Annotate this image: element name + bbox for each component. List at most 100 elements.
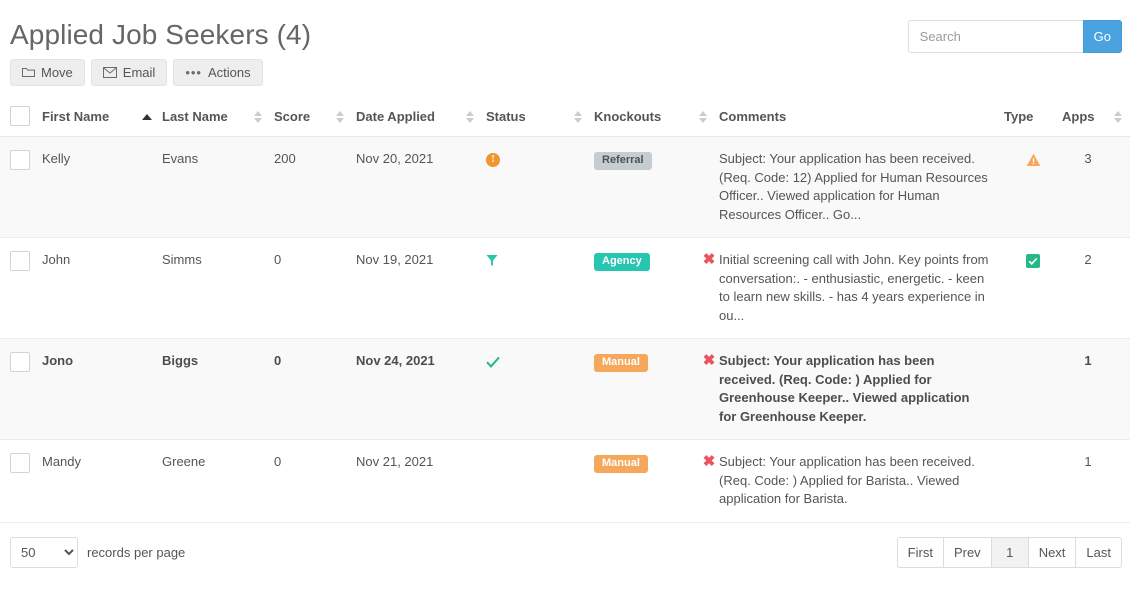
cell-spacer xyxy=(142,237,162,339)
table-header: First Name Last Name Score Date Applied … xyxy=(0,98,1130,137)
column-score[interactable]: Score xyxy=(274,98,336,137)
table-body: Kelly Evans 200 Nov 20, 2021 ! Referral xyxy=(0,136,1130,523)
column-date-applied[interactable]: Date Applied xyxy=(356,98,466,137)
alert-circle-icon: ! xyxy=(486,152,500,167)
sort-both-icon[interactable] xyxy=(336,110,345,124)
cell-spacer xyxy=(142,338,162,440)
table-row[interactable]: Mandy Greene 0 Nov 21, 2021 Manual ✖ Sub… xyxy=(0,439,1130,523)
row-checkbox[interactable] xyxy=(10,352,30,372)
sort-apps[interactable] xyxy=(1114,98,1130,137)
sort-both-icon[interactable] xyxy=(574,110,583,124)
column-apps[interactable]: Apps xyxy=(1062,98,1114,137)
sort-status[interactable] xyxy=(574,98,594,137)
pagination-page-1[interactable]: 1 xyxy=(990,536,1028,568)
cell-first-name: John xyxy=(42,237,142,339)
move-button-label: Move xyxy=(41,65,73,80)
cell-spacer xyxy=(336,237,356,339)
email-button[interactable]: Email xyxy=(90,59,168,86)
actions-button-label: Actions xyxy=(207,65,251,80)
cell-spacer xyxy=(254,439,274,523)
row-checkbox[interactable] xyxy=(10,150,30,170)
cell-knockout: ✖ xyxy=(699,338,719,440)
email-button-label: Email xyxy=(122,65,156,80)
sort-score[interactable] xyxy=(336,98,356,137)
table-row[interactable]: Jono Biggs 0 Nov 24, 2021 Manual ✖ Subje… xyxy=(0,338,1130,440)
row-select-cell xyxy=(0,237,42,339)
knockout-x-icon: ✖ xyxy=(702,352,716,369)
sort-date-applied[interactable] xyxy=(466,98,486,137)
cell-spacer xyxy=(254,338,274,440)
pagination-last[interactable]: Last xyxy=(1075,536,1122,568)
cell-spacer xyxy=(466,136,486,238)
cell-badge: Manual xyxy=(594,439,699,523)
cell-first-name: Mandy xyxy=(42,439,142,523)
cell-last-name: Evans xyxy=(162,136,254,238)
column-type[interactable]: Type xyxy=(1004,98,1062,137)
sort-both-icon[interactable] xyxy=(1114,110,1123,124)
move-button[interactable]: Move xyxy=(10,59,85,86)
records-per-page-select[interactable]: 50 xyxy=(10,536,78,568)
cell-badge: Manual xyxy=(594,338,699,440)
column-last-name[interactable]: Last Name xyxy=(162,98,254,137)
cell-status xyxy=(486,338,574,440)
sort-both-icon[interactable] xyxy=(254,110,263,124)
table-header-row: First Name Last Name Score Date Applied … xyxy=(0,98,1130,137)
pagination-next[interactable]: Next xyxy=(1027,536,1076,568)
records-per-page-label: records per page xyxy=(87,544,186,560)
column-comments[interactable]: Comments xyxy=(719,98,1004,137)
cell-apps: 1 xyxy=(1062,338,1114,440)
cell-first-name: Kelly xyxy=(42,136,142,238)
cell-score: 0 xyxy=(274,237,336,339)
row-select-cell xyxy=(0,439,42,523)
cell-type xyxy=(1004,237,1062,339)
search-input[interactable] xyxy=(907,20,1083,53)
cell-spacer xyxy=(1114,136,1130,238)
cell-score: 0 xyxy=(274,338,336,440)
cell-spacer xyxy=(254,136,274,238)
cell-status xyxy=(486,439,574,523)
cell-spacer xyxy=(574,237,594,339)
warning-triangle-icon xyxy=(1026,153,1041,167)
status-badge: Agency xyxy=(594,253,650,271)
cell-apps: 1 xyxy=(1062,439,1114,523)
column-status[interactable]: Status xyxy=(486,98,574,137)
sort-both-icon[interactable] xyxy=(699,110,708,124)
select-all-checkbox[interactable] xyxy=(10,106,30,126)
sort-knockouts[interactable] xyxy=(699,98,719,137)
sort-ascending-icon[interactable] xyxy=(142,114,152,121)
green-checkbox-icon xyxy=(1026,253,1040,268)
pagination-prev[interactable]: Prev xyxy=(942,536,991,568)
envelope-icon xyxy=(102,67,117,78)
sort-both-icon[interactable] xyxy=(466,110,475,124)
cell-spacer xyxy=(142,136,162,238)
page-title: Applied Job Seekers (4) xyxy=(10,19,312,50)
actions-button[interactable]: ••• Actions xyxy=(173,59,263,86)
row-checkbox[interactable] xyxy=(10,251,30,271)
cell-date-applied: Nov 20, 2021 xyxy=(356,136,466,238)
sort-last-name[interactable] xyxy=(254,98,274,137)
knockout-x-icon: ✖ xyxy=(702,453,716,470)
action-toolbar: Move Email ••• Actions xyxy=(0,53,1130,86)
folder-icon xyxy=(22,67,35,78)
cell-spacer xyxy=(1114,237,1130,339)
search-go-button[interactable]: Go xyxy=(1082,20,1122,53)
table-row[interactable]: John Simms 0 Nov 19, 2021 Agency ✖ Initi… xyxy=(0,237,1130,339)
cell-comments: Initial screening call with John. Key po… xyxy=(719,237,1004,339)
table-row[interactable]: Kelly Evans 200 Nov 20, 2021 ! Referral xyxy=(0,136,1130,238)
cell-spacer xyxy=(466,439,486,523)
cell-date-applied: Nov 19, 2021 xyxy=(356,237,466,339)
row-checkbox[interactable] xyxy=(10,453,30,473)
cell-spacer xyxy=(574,439,594,523)
cell-badge: Agency xyxy=(594,237,699,339)
column-first-name[interactable]: First Name xyxy=(42,98,142,137)
status-badge: Manual xyxy=(594,455,648,473)
ellipsis-icon: ••• xyxy=(185,64,202,80)
pagination-first[interactable]: First xyxy=(896,536,943,568)
row-select-cell xyxy=(0,136,42,238)
cell-first-name: Jono xyxy=(42,338,142,440)
status-badge: Manual xyxy=(594,354,648,372)
column-knockouts[interactable]: Knockouts xyxy=(594,98,699,137)
cell-apps: 3 xyxy=(1062,136,1114,238)
sort-first-name[interactable] xyxy=(142,98,162,137)
search-area: Go xyxy=(907,10,1130,53)
